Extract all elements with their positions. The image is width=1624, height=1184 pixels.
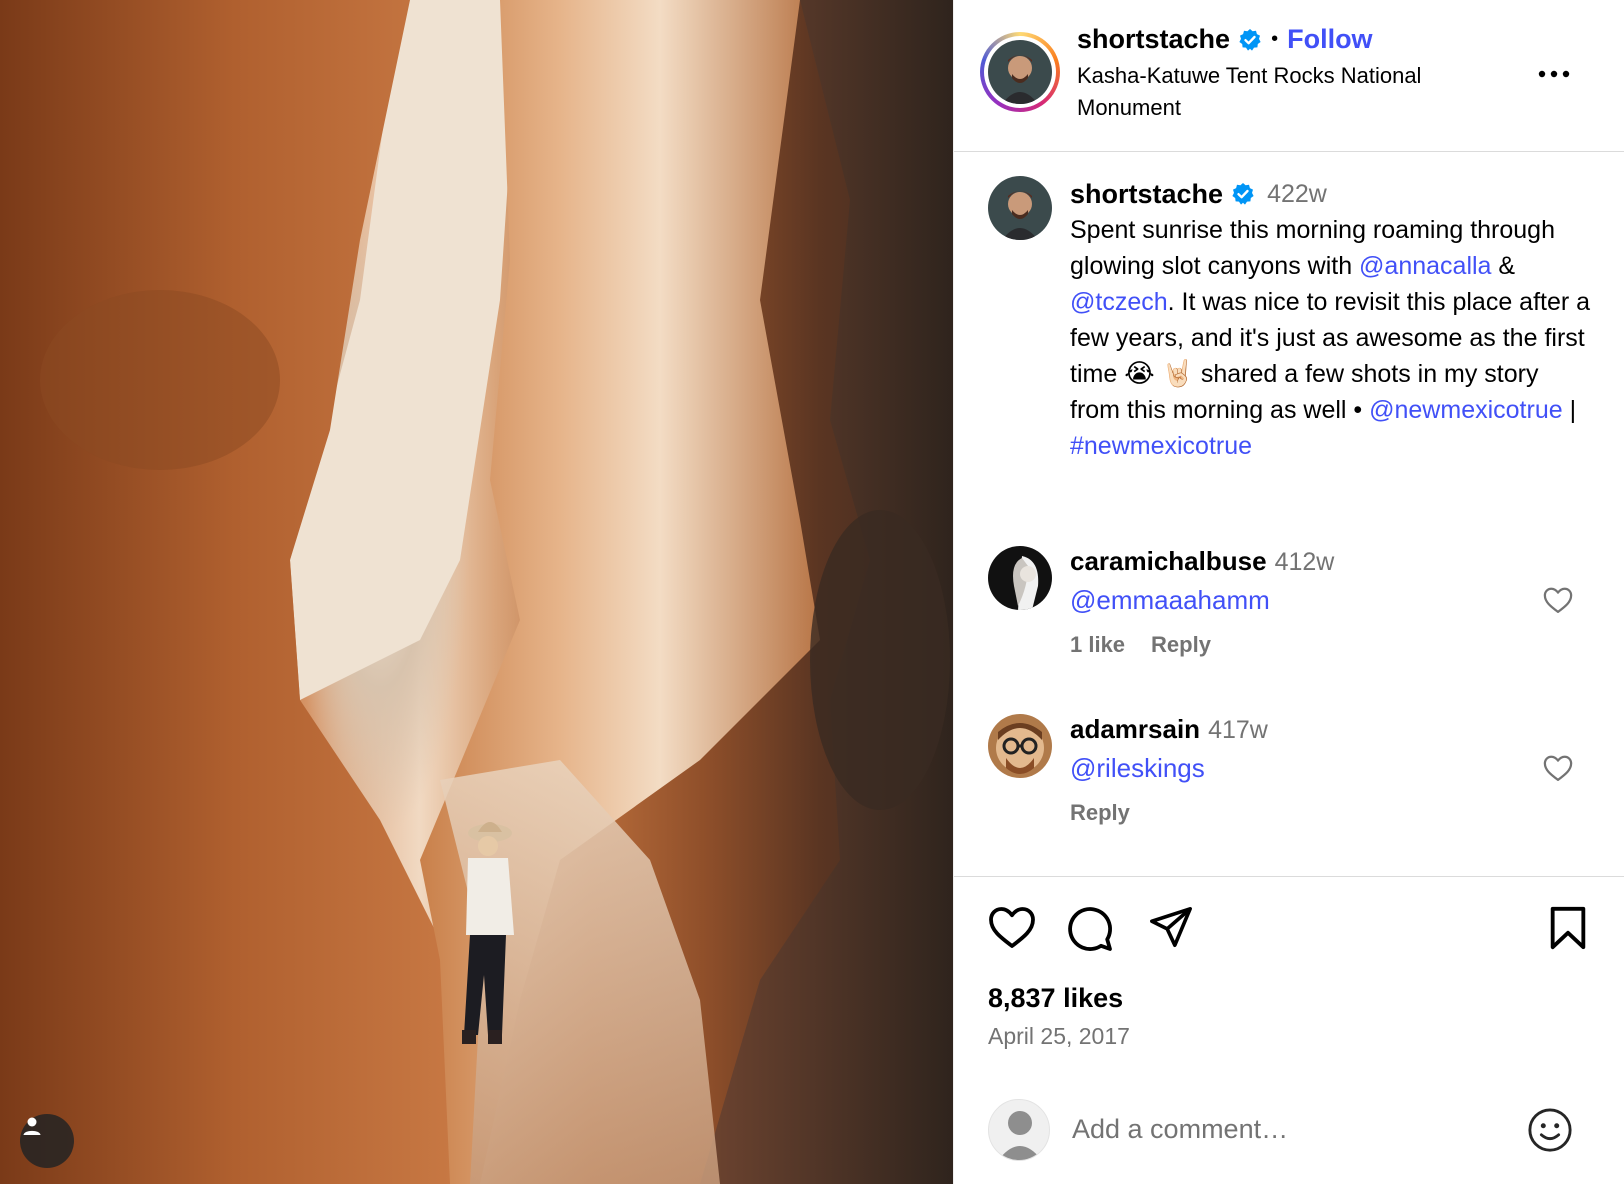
post-date[interactable]: April 25, 2017 (988, 1023, 1130, 1050)
caption-timestamp[interactable]: 422w (1267, 176, 1327, 212)
caption-text-amp: & (1491, 252, 1516, 280)
save-bookmark-icon[interactable] (1548, 905, 1588, 951)
share-paper-plane-icon[interactable] (1148, 905, 1194, 949)
comment-mention-link[interactable]: @rileskings (1070, 753, 1205, 783)
caption-text: Spent sunrise this morning roaming throu… (1070, 212, 1595, 464)
avatar (988, 40, 1052, 104)
more-options-icon (1538, 70, 1570, 78)
post-action-bar (988, 905, 1588, 957)
commenter-username[interactable]: adamrsain (1070, 714, 1200, 745)
canyon-photo-art (0, 0, 953, 1184)
separator-dot: • (1271, 28, 1279, 50)
comment-like-heart-icon[interactable] (1543, 754, 1573, 782)
comment-reply-button[interactable]: Reply (1070, 800, 1130, 826)
comment-timestamp[interactable]: 412w (1275, 548, 1335, 577)
post-photo[interactable] (0, 0, 953, 1184)
comment-input[interactable] (1072, 1109, 1482, 1149)
comment-like-heart-icon[interactable] (1543, 586, 1573, 614)
mention-link[interactable]: @annacalla (1359, 252, 1491, 280)
tagged-users-button[interactable] (20, 1114, 74, 1168)
comment-item: adamrsain 417w @rileskings Reply (988, 714, 1598, 826)
more-options-button[interactable] (1534, 60, 1574, 88)
caption-text-pipe: | (1562, 396, 1577, 424)
comment-mention-link[interactable]: @emmaaahamm (1070, 585, 1270, 615)
caption-username[interactable]: shortstache (1070, 176, 1223, 212)
story-ring-avatar[interactable] (980, 32, 1060, 112)
comment-timestamp[interactable]: 417w (1208, 716, 1268, 745)
rock-on-hand-emoji: 🤘🏻 (1161, 359, 1194, 389)
post-location[interactable]: Kasha-Katuwe Tent Rocks National Monumen… (1077, 60, 1497, 124)
user-icon (23, 1117, 41, 1135)
comment-reply-button[interactable]: Reply (1151, 632, 1211, 658)
mention-link[interactable]: @tczech (1070, 288, 1168, 316)
commenter-avatar[interactable] (988, 714, 1052, 778)
likes-count[interactable]: 8,837 likes (988, 983, 1123, 1014)
commenter-avatar[interactable] (988, 546, 1052, 610)
follow-button[interactable]: Follow (1287, 24, 1372, 55)
comment-likes-count[interactable]: 1 like (1070, 632, 1125, 658)
like-heart-icon[interactable] (988, 905, 1036, 949)
emoji-picker-icon[interactable] (1527, 1107, 1573, 1153)
current-user-avatar (988, 1099, 1050, 1161)
commenter-username[interactable]: caramichalbuse (1070, 546, 1267, 577)
crying-face-emoji: 😭 (1124, 359, 1155, 389)
comment-item: caramichalbuse 412w @emmaaahamm 1 like R… (988, 546, 1598, 658)
post-author-username[interactable]: shortstache (1077, 24, 1230, 55)
avatar[interactable] (988, 176, 1052, 240)
post-footer: 8,837 likes April 25, 2017 (954, 876, 1624, 1184)
verified-badge-icon (1238, 28, 1262, 52)
verified-badge-icon (1231, 182, 1255, 206)
caption-body: shortstache 422w Spent sunrise this morn… (1070, 176, 1595, 464)
post-side-panel: shortstache • Follow Kasha-Katuwe Tent R… (953, 0, 1624, 1184)
hashtag-link[interactable]: #newmexicotrue (1070, 432, 1252, 460)
default-user-icon (998, 1111, 1042, 1160)
comment-bubble-icon[interactable] (1066, 905, 1114, 953)
add-comment-bar (954, 1073, 1624, 1184)
post-header: shortstache • Follow Kasha-Katuwe Tent R… (954, 0, 1624, 152)
mention-link[interactable]: @newmexicotrue (1369, 396, 1563, 424)
